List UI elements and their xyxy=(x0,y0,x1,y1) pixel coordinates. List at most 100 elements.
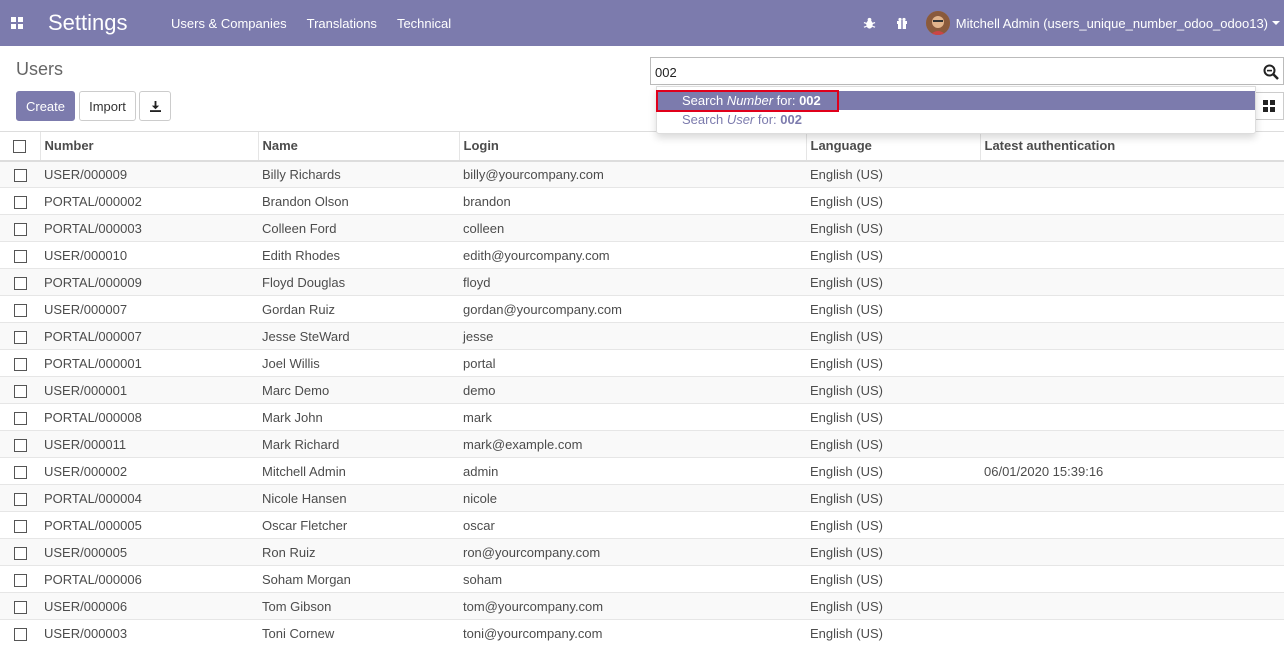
cell-language[interactable]: English (US) xyxy=(806,430,980,458)
import-button[interactable]: Import xyxy=(79,91,136,121)
cell-latest-authentication[interactable] xyxy=(980,349,1284,377)
table-row[interactable]: USER/000002 Mitchell Admin admin English (U… xyxy=(0,457,1284,485)
cell-language[interactable]: English (US) xyxy=(806,160,980,188)
cell-name[interactable]: Jesse SteWard xyxy=(258,322,459,350)
table-row[interactable]: PORTAL/000008 Mark John mark English (US) xyxy=(0,403,1284,431)
cell-number[interactable]: USER/000005 xyxy=(40,538,258,566)
cell-language[interactable]: English (US) xyxy=(806,349,980,377)
cell-number[interactable]: PORTAL/000009 xyxy=(40,268,258,296)
table-row[interactable]: PORTAL/000003 Colleen Ford colleen English … xyxy=(0,214,1284,242)
cell-latest-authentication[interactable] xyxy=(980,484,1284,512)
cell-number[interactable]: USER/000011 xyxy=(40,430,258,458)
download-button[interactable] xyxy=(139,91,171,121)
apps-menu-icon[interactable] xyxy=(0,0,34,46)
cell-login[interactable]: soham xyxy=(459,565,806,593)
cell-latest-authentication[interactable] xyxy=(980,160,1284,188)
table-row[interactable]: USER/000005 Ron Ruiz ron@yourcompany.com En… xyxy=(0,538,1284,566)
cell-name[interactable]: Nicole Hansen xyxy=(258,484,459,512)
row-checkbox[interactable] xyxy=(13,303,27,317)
cell-number[interactable]: PORTAL/000001 xyxy=(40,349,258,377)
cell-login[interactable]: jesse xyxy=(459,322,806,350)
user-name[interactable]: Mitchell Admin (users_unique_number_odoo… xyxy=(956,16,1268,31)
cell-latest-authentication[interactable] xyxy=(980,565,1284,593)
bug-icon[interactable] xyxy=(854,0,886,46)
cell-language[interactable]: English (US) xyxy=(806,322,980,350)
row-checkbox[interactable] xyxy=(13,384,27,398)
table-row[interactable]: USER/000006 Tom Gibson tom@yourcompany.com… xyxy=(0,592,1284,620)
table-row[interactable]: PORTAL/000001 Joel Willis portal English (U… xyxy=(0,349,1284,377)
cell-login[interactable]: gordan@yourcompany.com xyxy=(459,295,806,323)
table-row[interactable]: PORTAL/000006 Soham Morgan soham English (U… xyxy=(0,565,1284,593)
cell-name[interactable]: Joel Willis xyxy=(258,349,459,377)
table-row[interactable]: PORTAL/000002 Brandon Olson brandon English… xyxy=(0,187,1284,215)
cell-language[interactable]: English (US) xyxy=(806,592,980,620)
cell-language[interactable]: English (US) xyxy=(806,268,980,296)
cell-latest-authentication[interactable] xyxy=(980,403,1284,431)
chevron-down-icon[interactable] xyxy=(1272,21,1280,25)
select-all-checkbox[interactable] xyxy=(13,140,27,154)
cell-language[interactable]: English (US) xyxy=(806,619,980,647)
app-brand[interactable]: Settings xyxy=(48,10,171,36)
cell-number[interactable]: USER/000007 xyxy=(40,295,258,323)
cell-name[interactable]: Toni Cornew xyxy=(258,619,459,647)
cell-name[interactable]: Oscar Fletcher xyxy=(258,511,459,539)
table-row[interactable]: USER/000007 Gordan Ruiz gordan@yourcompany… xyxy=(0,295,1284,323)
cell-language[interactable]: English (US) xyxy=(806,538,980,566)
column-header-language[interactable]: Language xyxy=(805,131,980,162)
menu-technical[interactable]: Technical xyxy=(397,16,451,31)
table-row[interactable]: USER/000011 Mark Richard mark@example.com E… xyxy=(0,430,1284,458)
table-row[interactable]: USER/000003 Toni Cornew toni@yourcompany.c… xyxy=(0,619,1284,647)
row-checkbox[interactable] xyxy=(13,546,27,560)
user-avatar[interactable] xyxy=(925,11,950,35)
cell-latest-authentication[interactable] xyxy=(980,511,1284,539)
cell-login[interactable]: mark@example.com xyxy=(459,430,806,458)
row-checkbox[interactable] xyxy=(13,600,27,614)
cell-login[interactable]: edith@yourcompany.com xyxy=(459,241,806,269)
cell-login[interactable]: ron@yourcompany.com xyxy=(459,538,806,566)
cell-login[interactable]: colleen xyxy=(459,214,806,242)
cell-name[interactable]: Floyd Douglas xyxy=(258,268,459,296)
cell-latest-authentication[interactable] xyxy=(980,376,1284,404)
cell-number[interactable]: USER/000009 xyxy=(40,160,258,188)
cell-number[interactable]: PORTAL/000003 xyxy=(40,214,258,242)
cell-login[interactable]: billy@yourcompany.com xyxy=(459,160,806,188)
cell-language[interactable]: English (US) xyxy=(806,511,980,539)
cell-number[interactable]: USER/000010 xyxy=(40,241,258,269)
cell-number[interactable]: PORTAL/000002 xyxy=(40,187,258,215)
cell-name[interactable]: Gordan Ruiz xyxy=(258,295,459,323)
cell-number[interactable]: USER/000001 xyxy=(40,376,258,404)
cell-language[interactable]: English (US) xyxy=(806,241,980,269)
cell-name[interactable]: Brandon Olson xyxy=(258,187,459,215)
cell-login[interactable]: portal xyxy=(459,349,806,377)
cell-number[interactable]: USER/000006 xyxy=(40,592,258,620)
row-checkbox[interactable] xyxy=(13,195,27,209)
row-checkbox[interactable] xyxy=(13,330,27,344)
column-header-login[interactable]: Login xyxy=(458,131,806,162)
row-checkbox[interactable] xyxy=(13,249,27,263)
column-header-number[interactable]: Number xyxy=(39,131,258,162)
cell-language[interactable]: English (US) xyxy=(806,214,980,242)
cell-name[interactable]: Billy Richards xyxy=(258,160,459,188)
cell-login[interactable]: tom@yourcompany.com xyxy=(459,592,806,620)
cell-latest-authentication[interactable] xyxy=(980,295,1284,323)
row-checkbox[interactable] xyxy=(13,573,27,587)
gift-icon[interactable] xyxy=(886,0,918,46)
cell-language[interactable]: English (US) xyxy=(806,457,980,485)
cell-number[interactable]: PORTAL/000004 xyxy=(40,484,258,512)
row-checkbox[interactable] xyxy=(13,519,27,533)
row-checkbox[interactable] xyxy=(13,276,27,290)
search-user-option[interactable]: Search User for: 002 xyxy=(657,110,1255,129)
row-checkbox[interactable] xyxy=(13,627,27,641)
cell-login[interactable]: demo xyxy=(459,376,806,404)
cell-latest-authentication[interactable] xyxy=(980,187,1284,215)
cell-login[interactable]: nicole xyxy=(459,484,806,512)
cell-latest-authentication[interactable] xyxy=(980,619,1284,647)
cell-name[interactable]: Soham Morgan xyxy=(258,565,459,593)
cell-latest-authentication[interactable] xyxy=(980,214,1284,242)
cell-latest-authentication[interactable] xyxy=(980,538,1284,566)
create-button[interactable]: Create xyxy=(16,91,75,121)
kanban-view-button[interactable] xyxy=(1254,92,1284,120)
menu-translations[interactable]: Translations xyxy=(307,16,377,31)
cell-latest-authentication[interactable] xyxy=(980,430,1284,458)
cell-name[interactable]: Ron Ruiz xyxy=(258,538,459,566)
